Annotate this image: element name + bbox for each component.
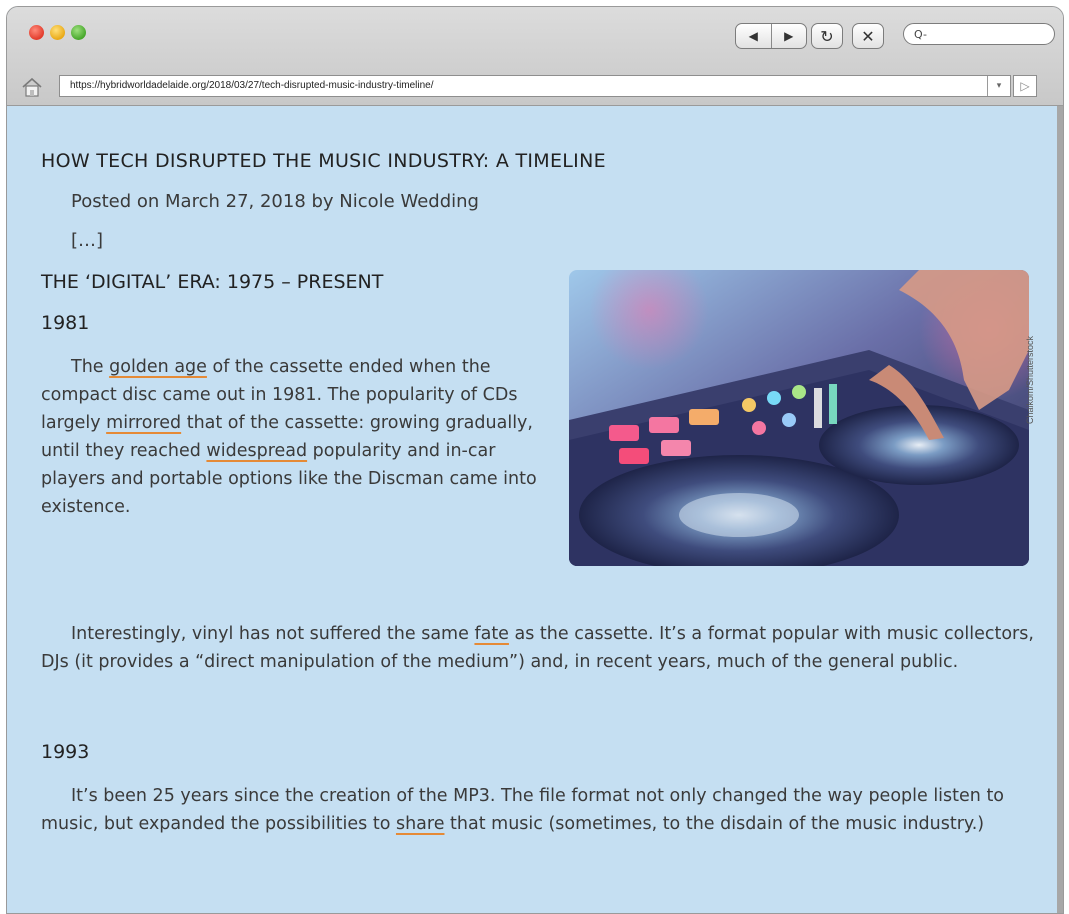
dj-controller-photo bbox=[569, 270, 1029, 566]
url-dropdown-button[interactable]: ▾ bbox=[987, 76, 1010, 96]
vocab-share[interactable]: share bbox=[396, 814, 445, 834]
search-field[interactable]: Q- bbox=[903, 23, 1055, 45]
vocab-widespread[interactable]: widespread bbox=[206, 441, 307, 461]
dj-photo-illustration bbox=[569, 270, 1029, 566]
reload-button[interactable]: ↻ bbox=[811, 23, 843, 49]
go-button[interactable]: ▷ bbox=[1013, 75, 1037, 97]
scrollbar[interactable] bbox=[1057, 106, 1063, 913]
stop-button[interactable]: ✕ bbox=[852, 23, 884, 49]
paragraph-1993: It’s been 25 years since the creation of… bbox=[41, 782, 1046, 838]
browser-toolbar: ◀ ▶ ↻ ✕ Q- https://hybridworldadelaide.o… bbox=[7, 7, 1063, 106]
minimize-window-button[interactable] bbox=[50, 25, 65, 40]
article-title: HOW TECH DISRUPTED THE MUSIC INDUSTRY: A… bbox=[41, 150, 606, 172]
section-heading: THE ‘DIGITAL’ ERA: 1975 – PRESENT bbox=[41, 271, 384, 293]
address-bar[interactable]: https://hybridworldadelaide.org/2018/03/… bbox=[59, 75, 1011, 97]
window-controls bbox=[29, 25, 86, 40]
page-content: HOW TECH DISRUPTED THE MUSIC INDUSTRY: A… bbox=[7, 106, 1063, 913]
close-window-button[interactable] bbox=[29, 25, 44, 40]
browser-window: ◀ ▶ ↻ ✕ Q- https://hybridworldadelaide.o… bbox=[6, 6, 1064, 914]
year-heading-1981: 1981 bbox=[41, 312, 90, 334]
post-meta: Posted on March 27, 2018 by Nicole Weddi… bbox=[71, 191, 479, 212]
text-span: Interestingly, vinyl has not suffered th… bbox=[71, 624, 475, 644]
text-span: that music (sometimes, to the disdain of… bbox=[444, 814, 985, 834]
text-span: The bbox=[71, 357, 110, 377]
year-heading-1993: 1993 bbox=[41, 741, 90, 763]
vocab-mirrored[interactable]: mirrored bbox=[106, 413, 181, 433]
maximize-window-button[interactable] bbox=[71, 25, 86, 40]
paragraph-vinyl: Interestingly, vinyl has not suffered th… bbox=[41, 620, 1046, 676]
forward-button[interactable]: ▶ bbox=[770, 24, 807, 48]
vocab-golden-age[interactable]: golden age bbox=[109, 357, 207, 377]
url-text[interactable]: https://hybridworldadelaide.org/2018/03/… bbox=[70, 80, 434, 91]
home-icon[interactable] bbox=[21, 77, 43, 97]
back-forward-group: ◀ ▶ bbox=[735, 23, 807, 49]
paragraph-1981: The golden age of the cassette ended whe… bbox=[41, 353, 541, 521]
ellipsis: […] bbox=[71, 230, 104, 251]
back-button[interactable]: ◀ bbox=[736, 24, 771, 48]
vocab-fate[interactable]: fate bbox=[474, 624, 509, 644]
